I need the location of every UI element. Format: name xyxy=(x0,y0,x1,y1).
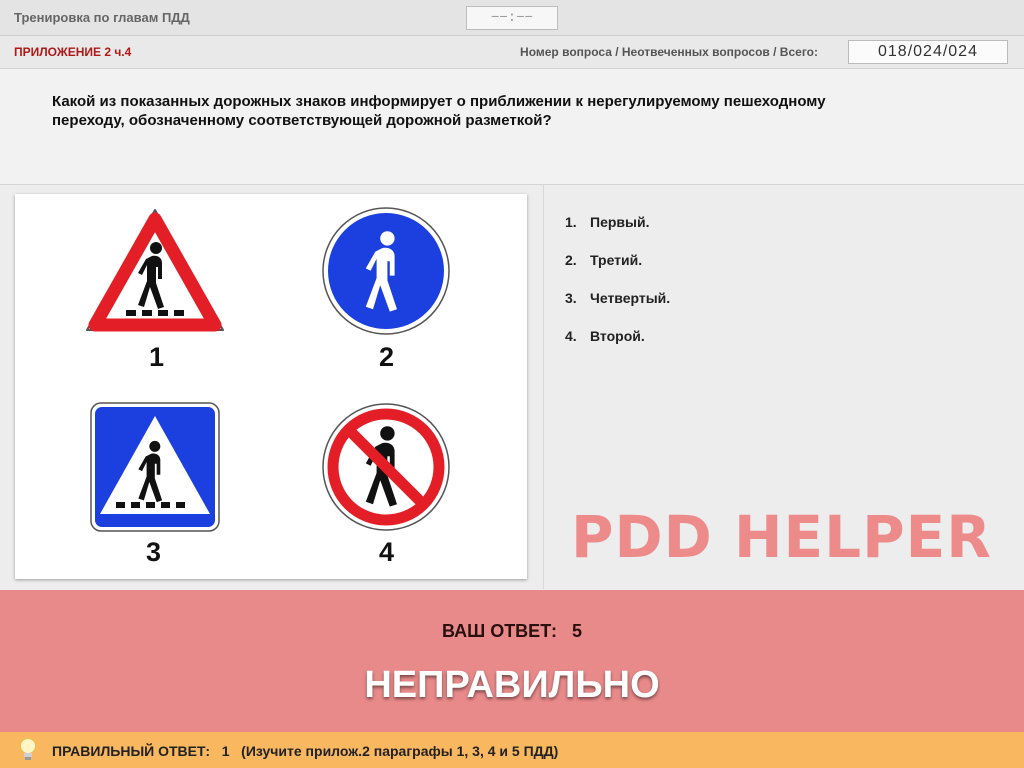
answer-option-text: Третий. xyxy=(590,252,643,268)
app-title: Тренировка по главам ПДД xyxy=(14,10,190,25)
answer-option-number: 1. xyxy=(565,214,577,230)
verdict-text: НЕПРАВИЛЬНО xyxy=(364,664,660,706)
correct-answer-value: 1 xyxy=(221,743,230,759)
question-counter-label: Номер вопроса / Неотвеченных вопросов / … xyxy=(520,45,818,59)
answer-list: 1. Первый. 2. Третий. 3. Четвертый. 4. Второ… xyxy=(565,205,670,357)
result-banner: ВАШ ОТВЕТ: 5 НЕПРАВИЛЬНО xyxy=(0,590,1024,732)
your-answer-value: 5 xyxy=(571,621,582,641)
pedestrian-crossing-warning-triangle-icon xyxy=(86,209,224,332)
study-hint: (Изучите прилож.2 параграфы 1, 3, 4 и 5 … xyxy=(241,743,559,759)
signs-image: 1 2 3 4 xyxy=(15,194,527,579)
question-panel: Какой из показанных дорожных знаков инфо… xyxy=(0,69,1024,185)
lightbulb-icon xyxy=(20,738,36,760)
sign-number-1: 1 xyxy=(149,342,165,372)
no-pedestrians-red-circle-icon xyxy=(322,403,450,531)
your-answer-line: ВАШ ОТВЕТ: 5 xyxy=(0,621,1024,642)
correct-answer-label: ПРАВИЛЬНЫЙ ОТВЕТ: xyxy=(52,743,211,759)
illustration-pane: 1 2 3 4 xyxy=(0,185,544,589)
answer-option-number: 3. xyxy=(565,290,577,306)
question-text: Какой из показанных дорожных знаков инфо… xyxy=(52,93,826,129)
answer-option-number: 2. xyxy=(565,252,577,268)
answer-option-number: 4. xyxy=(565,328,577,344)
hint-bar: ПРАВИЛЬНЫЙ ОТВЕТ: 1 (Изучите прилож.2 па… xyxy=(0,732,1024,768)
answer-option-text: Второй. xyxy=(590,328,645,344)
sign-number-4: 4 xyxy=(379,537,395,567)
question-counter: 018/024/024 xyxy=(848,40,1008,64)
pedestrian-path-blue-circle-icon xyxy=(322,207,450,335)
pedestrian-crossing-blue-square-icon xyxy=(90,402,220,532)
top-bar: Тренировка по главам ПДД −−:−− xyxy=(0,0,1024,36)
your-answer-label: ВАШ ОТВЕТ: xyxy=(442,621,557,641)
correct-answer-line: ПРАВИЛЬНЫЙ ОТВЕТ: 1 (Изучите прилож.2 па… xyxy=(52,743,558,759)
section-label: ПРИЛОЖЕНИЕ 2 ч.4 xyxy=(14,45,132,59)
timer-display: −−:−− xyxy=(466,6,558,30)
answer-option-2[interactable]: 2. Третий. xyxy=(565,243,670,281)
answer-option-1[interactable]: 1. Первый. xyxy=(565,205,670,243)
answer-option-text: Четвертый. xyxy=(590,290,671,306)
answer-option-text: Первый. xyxy=(590,214,650,230)
answer-option-4[interactable]: 4. Второй. xyxy=(565,319,670,357)
answer-option-3[interactable]: 3. Четвертый. xyxy=(565,281,670,319)
sign-number-2: 2 xyxy=(379,342,395,372)
sign-number-3: 3 xyxy=(146,537,162,567)
watermark-text: PDD HELPER xyxy=(571,503,992,571)
info-bar: ПРИЛОЖЕНИЕ 2 ч.4 Номер вопроса / Неотвеч… xyxy=(0,36,1024,69)
